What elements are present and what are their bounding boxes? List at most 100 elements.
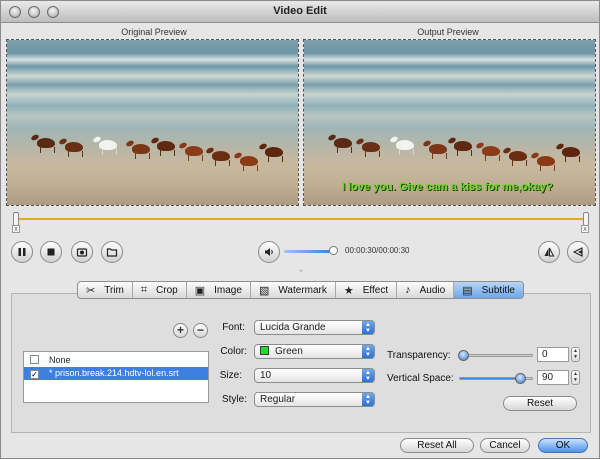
pause-button[interactable] xyxy=(11,241,33,263)
subtitle-icon: ▤ xyxy=(462,284,473,297)
color-popup[interactable]: Green ▲ ▼ xyxy=(254,344,375,359)
tab-label: Audio xyxy=(419,284,446,296)
color-value: Green xyxy=(275,346,303,357)
vertical-space-field[interactable]: 90 xyxy=(537,370,569,385)
stop-icon xyxy=(47,248,55,256)
horse-figure xyxy=(482,146,500,161)
horse-figure xyxy=(37,138,55,153)
snapshot-button[interactable] xyxy=(71,241,93,263)
pause-icon xyxy=(18,248,26,256)
camera-icon xyxy=(76,248,88,257)
star-icon: ★ xyxy=(343,284,354,297)
tab-label: Crop xyxy=(156,284,178,296)
size-value: 10 xyxy=(260,370,272,381)
timeline-start-x[interactable]: x xyxy=(12,225,20,233)
horse-figure xyxy=(240,156,258,171)
output-preview-label: Output Preview xyxy=(417,27,479,37)
list-item-label: None xyxy=(49,355,71,365)
tab-crop[interactable]: ⌗ Crop xyxy=(133,282,187,298)
tab-audio[interactable]: ♪ Audio xyxy=(397,282,455,298)
horse-figure xyxy=(509,151,527,166)
tab-image[interactable]: ▣ Image xyxy=(187,282,251,298)
reset-all-button[interactable]: Reset All xyxy=(400,438,474,453)
color-label: Color: xyxy=(220,346,247,357)
stop-button[interactable] xyxy=(40,241,62,263)
speaker-icon xyxy=(265,248,273,256)
size-label: Size: xyxy=(219,370,242,381)
horse-figure xyxy=(362,142,380,157)
horse-figure xyxy=(562,147,580,162)
horse-figure xyxy=(65,142,83,157)
watermark-icon: ▧ xyxy=(258,284,270,297)
original-preview-label: Original Preview xyxy=(121,27,187,37)
horse-figure xyxy=(396,140,414,155)
chevron-updown-icon: ▲ ▼ xyxy=(362,393,374,406)
size-popup[interactable]: 10 ▲ ▼ xyxy=(254,368,375,383)
image-icon: ▣ xyxy=(194,284,206,297)
tab-subtitle[interactable]: ▤ Subtitle xyxy=(454,282,523,298)
reset-button[interactable]: Reset xyxy=(503,396,577,411)
flip-horizontal-button[interactable] xyxy=(538,241,560,263)
video-edit-window: Video Edit Original Preview Output Previ… xyxy=(0,0,600,459)
font-popup[interactable]: Lucida Grande ▲ ▼ xyxy=(254,320,375,335)
remove-subtitle-button[interactable]: − xyxy=(193,323,208,338)
flip-horizontal-icon xyxy=(544,247,555,257)
chevron-updown-icon: ▲ ▼ xyxy=(362,321,374,334)
cancel-button[interactable]: Cancel xyxy=(480,438,530,453)
style-popup[interactable]: Regular ▲ ▼ xyxy=(254,392,375,407)
vertical-space-stepper[interactable]: ▲ ▼ xyxy=(571,370,580,385)
horse-figure xyxy=(185,146,203,161)
playback-time: 00:00:30/00:00:30 xyxy=(345,246,410,255)
transparency-field[interactable]: 0 xyxy=(537,347,569,362)
vertical-space-slider-knob[interactable] xyxy=(515,373,526,384)
timeline-end-marker[interactable] xyxy=(583,212,589,226)
open-folder-button[interactable] xyxy=(101,241,123,263)
subtitle-checkbox[interactable]: ✓ xyxy=(30,370,39,379)
title-bar[interactable]: Video Edit xyxy=(1,1,599,23)
horse-figure xyxy=(429,144,447,159)
resize-grip[interactable]: ⌃ xyxy=(298,269,304,277)
add-subtitle-button[interactable]: + xyxy=(173,323,188,338)
style-label: Style: xyxy=(221,394,247,405)
horse-figure xyxy=(454,141,472,156)
flip-vertical-icon xyxy=(572,247,583,257)
ok-button[interactable]: OK xyxy=(538,438,588,453)
volume-slider-knob[interactable] xyxy=(329,246,338,255)
tab-watermark[interactable]: ▧ Watermark xyxy=(251,282,336,298)
transparency-label: Transparency: xyxy=(387,350,451,361)
timeline-track xyxy=(15,218,587,220)
output-preview[interactable]: I love you. Give cam a kiss for me,okay? xyxy=(303,39,596,206)
volume-button[interactable] xyxy=(258,241,280,263)
original-preview[interactable] xyxy=(6,39,299,206)
tab-label: Effect xyxy=(362,284,389,296)
transparency-slider[interactable] xyxy=(459,354,533,357)
font-label: Font: xyxy=(222,322,245,333)
transparency-slider-knob[interactable] xyxy=(458,350,469,361)
font-value: Lucida Grande xyxy=(260,322,326,333)
list-item[interactable]: None xyxy=(24,354,208,367)
horse-figure xyxy=(265,147,283,162)
horse-figure xyxy=(537,156,555,171)
vertical-space-label: Vertical Space: xyxy=(387,373,454,384)
horse-figure xyxy=(99,140,117,155)
music-note-icon: ♪ xyxy=(405,284,411,296)
window-title: Video Edit xyxy=(273,5,327,17)
tab-effect[interactable]: ★ Effect xyxy=(336,282,398,298)
subtitle-checkbox[interactable] xyxy=(30,355,39,364)
timeline-start-marker[interactable] xyxy=(13,212,19,226)
list-item[interactable]: ✓ * prison.break.214.hdtv-lol.en.srt xyxy=(24,367,208,380)
timeline-slider[interactable] xyxy=(13,212,589,226)
subtitle-track-list: None ✓ * prison.break.214.hdtv-lol.en.srt xyxy=(23,351,209,403)
timeline-end-x[interactable]: x xyxy=(581,225,589,233)
chevron-updown-icon: ▲ ▼ xyxy=(362,369,374,382)
tab-label: Trim xyxy=(104,284,124,296)
tab-trim[interactable]: ✂ Trim xyxy=(78,282,133,298)
horse-figure xyxy=(334,138,352,153)
style-value: Regular xyxy=(260,394,296,405)
horse-figure xyxy=(212,151,230,166)
transparency-stepper[interactable]: ▲ ▼ xyxy=(571,347,580,362)
flip-vertical-button[interactable] xyxy=(567,241,589,263)
tab-label: Subtitle xyxy=(481,284,515,296)
tab-label: Watermark xyxy=(278,284,327,296)
crop-icon: ⌗ xyxy=(140,283,148,296)
